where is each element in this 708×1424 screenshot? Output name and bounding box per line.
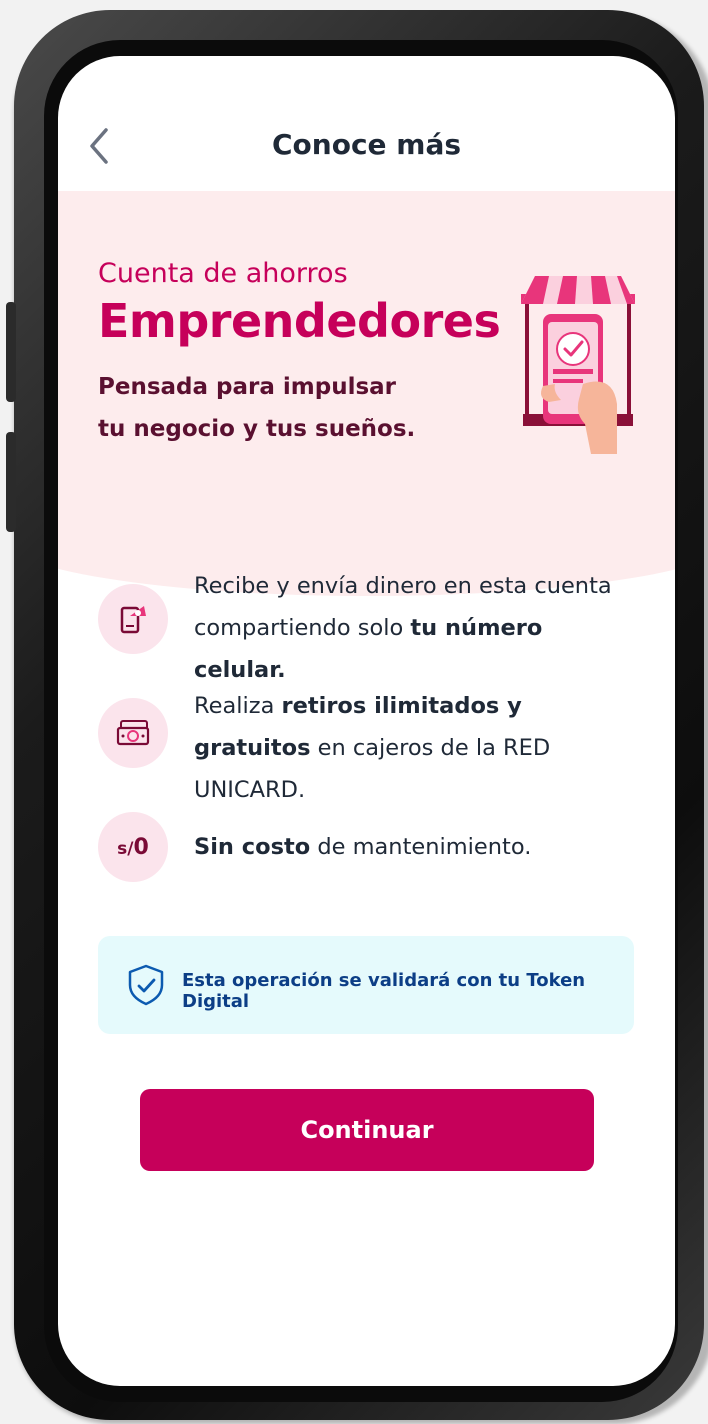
feature-item: Recibe y envía dinero en esta cuenta com… bbox=[98, 561, 638, 683]
feature-text: Recibe y envía dinero en esta cuenta com… bbox=[194, 573, 612, 683]
token-text: Esta operación se validará con tu Token … bbox=[182, 970, 586, 1012]
feature-icon-circle bbox=[98, 584, 168, 654]
feature-item: s/0 Sin costo de mantenimiento. bbox=[98, 808, 638, 888]
page-title: Conoce más bbox=[271, 128, 462, 161]
soles-zero-icon: s/0 bbox=[117, 834, 149, 860]
continue-button[interactable]: Continuar bbox=[140, 1089, 594, 1171]
feature-text: Sin costo de mantenimiento. bbox=[194, 834, 532, 860]
hero-subtitle: Cuenta de ahorros bbox=[98, 258, 348, 289]
volume-up-button bbox=[6, 302, 16, 402]
phone-transfer-icon bbox=[120, 606, 146, 634]
volume-down-button bbox=[6, 432, 16, 532]
feature-item: Realiza retiros ilimitados y gratuitos e… bbox=[98, 686, 638, 803]
app-screen: Conoce más Cuenta de ahorros Emprendedor… bbox=[58, 56, 675, 1386]
cash-icon bbox=[116, 720, 150, 746]
hero-description: Pensada para impulsar tu negocio y tus s… bbox=[98, 374, 416, 442]
hero-title: Emprendedores bbox=[98, 294, 501, 348]
feature-text: Realiza retiros ilimitados y gratuitos e… bbox=[194, 693, 551, 803]
shield-check-icon bbox=[128, 964, 164, 1006]
feature-icon-circle: s/0 bbox=[98, 812, 168, 882]
phone-storefront-illustration bbox=[521, 276, 635, 454]
header-bar: Conoce más bbox=[58, 96, 675, 188]
feature-icon-circle bbox=[98, 698, 168, 768]
token-info-banner: Esta operación se validará con tu Token … bbox=[98, 936, 634, 1034]
